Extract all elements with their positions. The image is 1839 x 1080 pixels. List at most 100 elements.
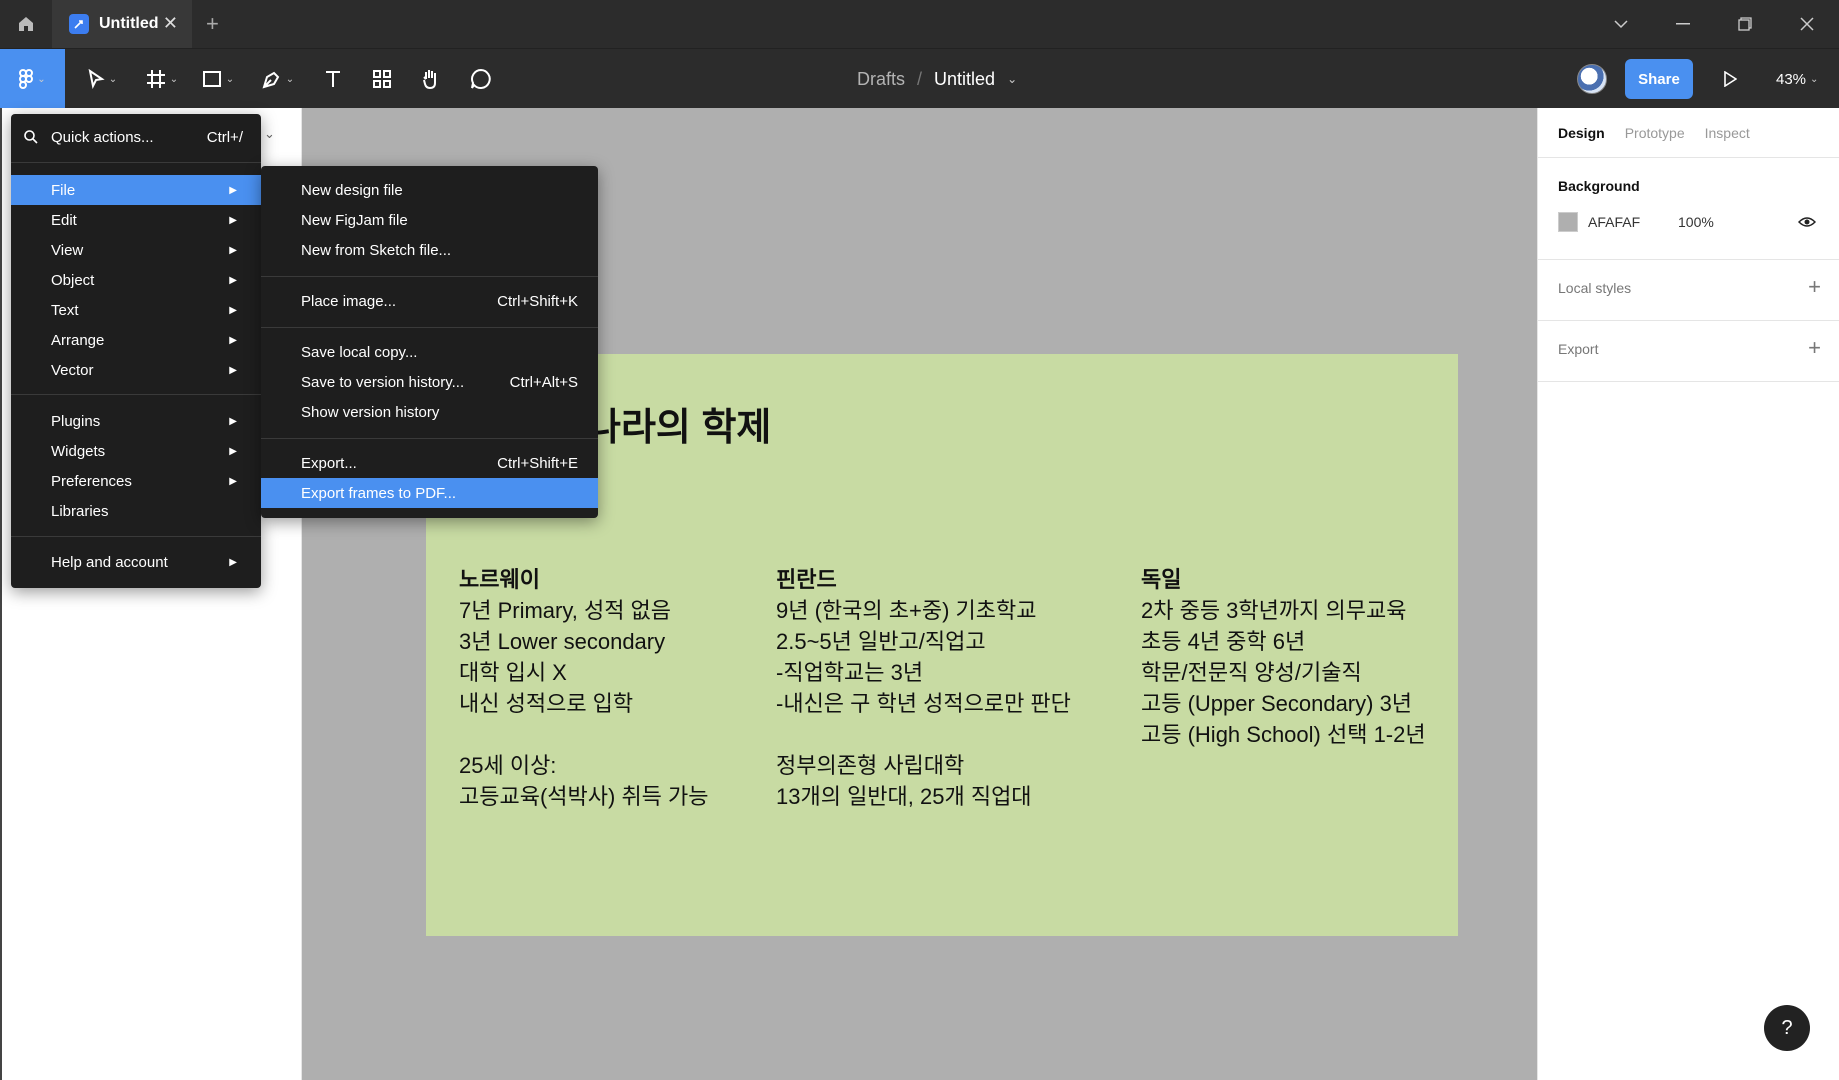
quick-actions-shortcut: Ctrl+/	[206, 128, 243, 146]
help-button[interactable]: ?	[1764, 1005, 1810, 1051]
submenu-item-place-image[interactable]: Place image... Ctrl+Shift+K	[261, 286, 598, 316]
column-line: 7년 Primary, 성적 없음	[459, 598, 672, 623]
play-icon	[1724, 71, 1737, 87]
menu-item-label: File	[51, 181, 76, 199]
frame-tool[interactable]: ⌄	[140, 49, 184, 109]
main-menu-button[interactable]: ⌄	[0, 49, 65, 109]
column-finland: 핀란드 9년 (한국의 초+중) 기초학교 2.5~5년 일반고/직업고 -직업…	[776, 564, 1071, 812]
submenu-item-new-from-sketch[interactable]: New from Sketch file...	[261, 235, 598, 265]
column-line	[776, 719, 1071, 750]
submenu-arrow-icon: ▶	[229, 334, 237, 346]
menu-item-view[interactable]: View ▶	[11, 235, 261, 265]
submenu-arrow-icon: ▶	[229, 244, 237, 256]
properties-panel: Design Prototype Inspect Background AFAF…	[1537, 108, 1839, 1080]
export-title: Export	[1558, 341, 1599, 357]
chevron-down-icon: ⌄	[108, 73, 118, 85]
menu-item-help[interactable]: Help and account ▶	[11, 547, 261, 577]
home-icon	[19, 17, 33, 31]
resources-tool[interactable]	[367, 49, 397, 109]
comment-tool[interactable]	[466, 49, 496, 109]
chevron-down-icon[interactable]: ⌄	[264, 126, 275, 142]
home-button[interactable]	[0, 0, 52, 48]
menu-item-file[interactable]: File ▶	[11, 175, 261, 205]
avatar[interactable]	[1577, 64, 1607, 94]
submenu-item-new-figjam-file[interactable]: New FigJam file	[261, 205, 598, 235]
submenu-item-label: Place image...	[301, 292, 397, 310]
close-window-button[interactable]	[1777, 0, 1837, 48]
column-head: 노르웨이	[459, 567, 540, 592]
submenu-item-save-version-history[interactable]: Save to version history... Ctrl+Alt+S	[261, 367, 598, 397]
zoom-control[interactable]: 43% ⌄	[1776, 49, 1818, 109]
move-tool[interactable]: ⌄	[80, 49, 124, 109]
new-tab-button[interactable]: +	[206, 11, 219, 37]
column-line: 25세 이상:	[459, 753, 557, 778]
menu-item-text[interactable]: Text ▶	[11, 295, 261, 325]
menu-item-preferences[interactable]: Preferences ▶	[11, 466, 261, 496]
minimize-button[interactable]	[1653, 0, 1713, 48]
quick-actions-item[interactable]: Quick actions... Ctrl+/	[11, 122, 261, 152]
components-icon	[373, 70, 391, 88]
add-export-icon[interactable]: +	[1808, 335, 1821, 361]
color-swatch[interactable]	[1558, 212, 1578, 232]
file-tab[interactable]: Untitled ✕	[52, 0, 192, 48]
menu-item-widgets[interactable]: Widgets ▶	[11, 436, 261, 466]
present-button[interactable]	[1715, 49, 1745, 109]
chevron-down-icon: ⌄	[1810, 73, 1819, 85]
text-tool[interactable]	[318, 49, 348, 109]
breadcrumb-drafts[interactable]: Drafts	[857, 69, 905, 90]
background-title: Background	[1558, 178, 1640, 194]
share-button[interactable]: Share	[1625, 59, 1693, 99]
restore-button[interactable]	[1715, 0, 1775, 48]
menu-item-vector[interactable]: Vector ▶	[11, 355, 261, 385]
figma-logo-icon	[19, 69, 34, 89]
submenu-item-new-design-file[interactable]: New design file	[261, 175, 598, 205]
tab-inspect[interactable]: Inspect	[1705, 125, 1750, 141]
submenu-item-export-frames-pdf[interactable]: Export frames to PDF...	[261, 478, 598, 508]
tab-prototype[interactable]: Prototype	[1625, 125, 1685, 141]
menu-item-label: Libraries	[51, 502, 109, 520]
submenu-item-export[interactable]: Export... Ctrl+Shift+E	[261, 448, 598, 478]
submenu-arrow-icon: ▶	[229, 214, 237, 226]
title-bar: Untitled ✕ +	[0, 0, 1839, 48]
menu-item-edit[interactable]: Edit ▶	[11, 205, 261, 235]
menu-divider	[261, 327, 598, 328]
pen-tool[interactable]: ⌄	[256, 49, 300, 109]
submenu-arrow-icon: ▶	[229, 304, 237, 316]
background-section: Background AFAFAF 100%	[1538, 158, 1839, 260]
menu-item-libraries[interactable]: Libraries	[11, 496, 261, 526]
submenu-arrow-icon: ▶	[229, 475, 237, 487]
tab-design[interactable]: Design	[1558, 125, 1605, 141]
background-hex[interactable]: AFAFAF	[1588, 214, 1678, 230]
column-line: 2차 중등 3학년까지 의무교육	[1141, 598, 1407, 623]
local-styles-section: Local styles +	[1538, 260, 1839, 321]
file-name[interactable]: Untitled	[934, 69, 995, 90]
menu-item-label: Preferences	[51, 472, 132, 490]
add-style-icon[interactable]: +	[1808, 274, 1821, 300]
menu-item-label: Edit	[51, 211, 77, 229]
column-line: 내신 성적으로 입학	[459, 691, 634, 716]
close-tab-icon[interactable]: ✕	[163, 13, 178, 34]
hand-tool[interactable]	[416, 49, 446, 109]
submenu-arrow-icon: ▶	[229, 415, 237, 427]
shape-tool[interactable]: ⌄	[196, 49, 240, 109]
eye-icon[interactable]	[1798, 216, 1816, 228]
submenu-item-show-version-history[interactable]: Show version history	[261, 397, 598, 427]
submenu-item-label: New FigJam file	[301, 211, 408, 229]
breadcrumb-separator: /	[917, 68, 923, 89]
menu-item-label: Object	[51, 271, 95, 289]
submenu-item-save-local-copy[interactable]: Save local copy...	[261, 337, 598, 367]
column-line: 고등 (High School) 선택 1-2년	[1141, 722, 1426, 747]
local-styles-title: Local styles	[1558, 280, 1632, 296]
menu-item-object[interactable]: Object ▶	[11, 265, 261, 295]
submenu-item-shortcut: Ctrl+Shift+E	[497, 454, 578, 472]
column-line: 2.5~5년 일반고/직업고	[776, 629, 986, 654]
background-opacity[interactable]: 100%	[1678, 214, 1798, 230]
chevron-down-icon[interactable]	[1591, 0, 1651, 48]
submenu-arrow-icon: ▶	[229, 556, 237, 568]
chevron-down-icon[interactable]: ⌄	[1007, 72, 1017, 86]
submenu-item-label: Export...	[301, 454, 357, 472]
menu-item-arrange[interactable]: Arrange ▶	[11, 325, 261, 355]
menu-item-plugins[interactable]: Plugins ▶	[11, 406, 261, 436]
chevron-down-icon: ⌄	[37, 73, 46, 85]
figma-file-icon	[69, 14, 89, 34]
